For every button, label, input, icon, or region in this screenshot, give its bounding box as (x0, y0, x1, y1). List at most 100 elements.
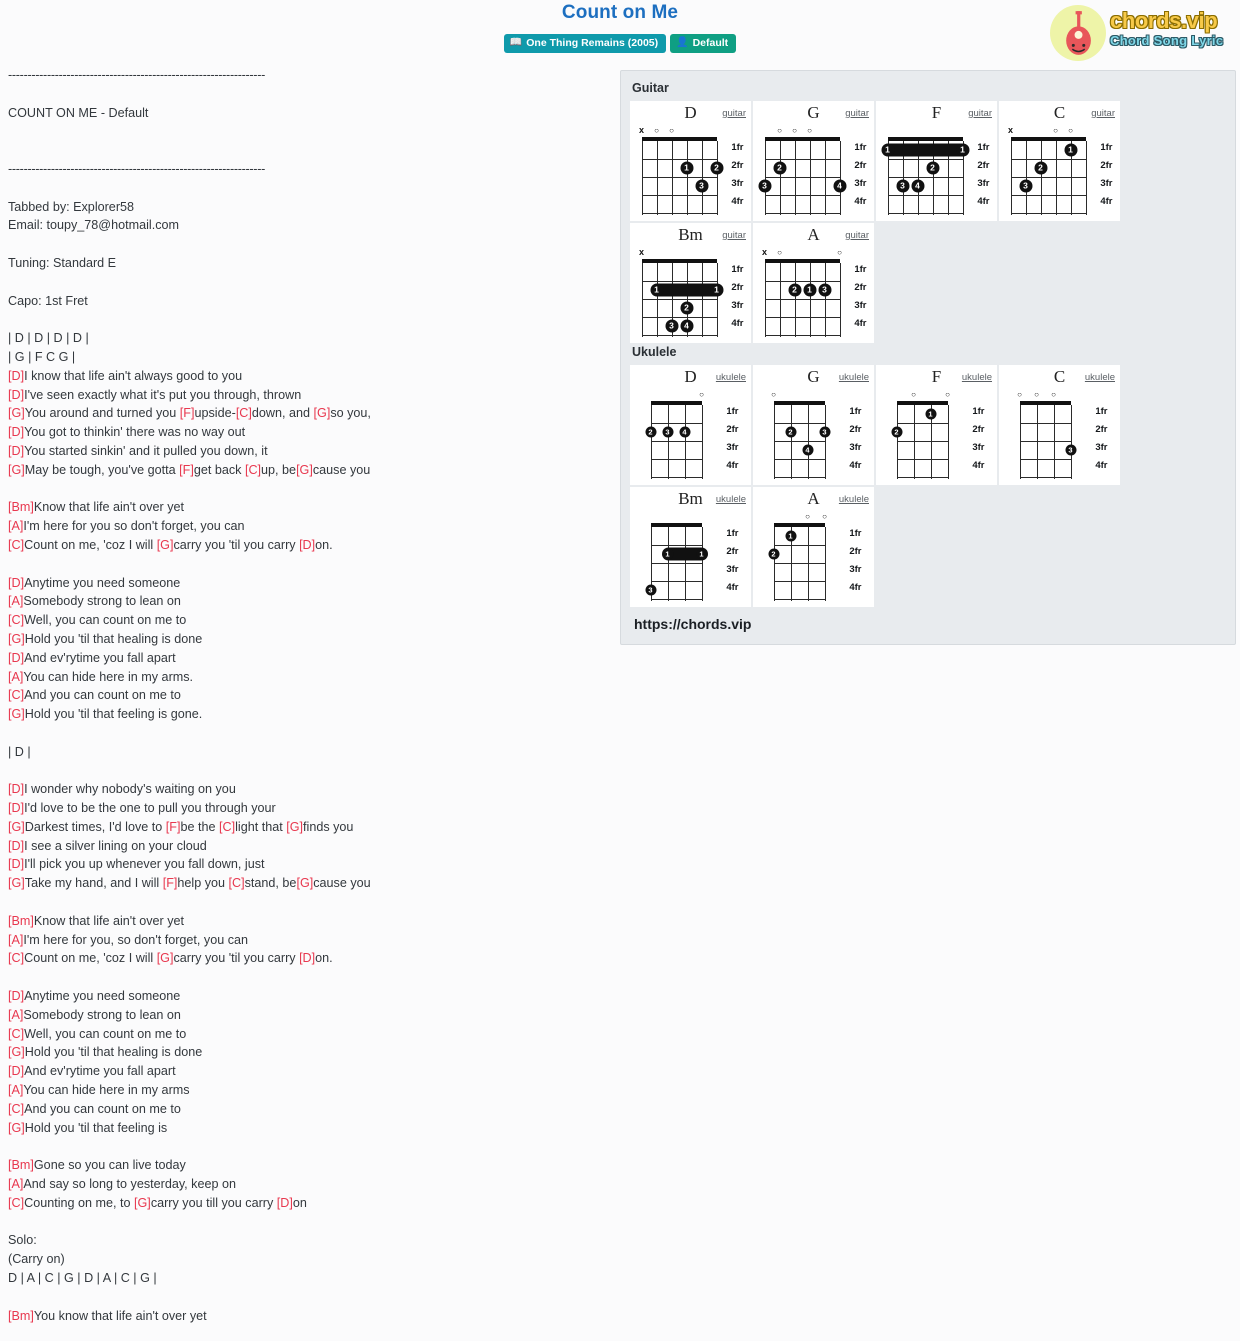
chord-marker[interactable]: [Bm] (8, 1309, 34, 1323)
site-logo[interactable]: chords.vip Chord Song Lyric (1046, 4, 1234, 62)
chord-marker[interactable]: [D] (8, 989, 24, 1003)
chord-marker[interactable]: [C] (236, 406, 252, 420)
chord-marker[interactable]: [C] (245, 463, 261, 477)
chord-marker[interactable]: [G] (8, 406, 25, 420)
chord-marker[interactable]: [G] (8, 1121, 25, 1135)
chord-card-g[interactable]: Gguitar ○ ○ ○ 2 3 4 1fr 2fr 3fr 4fr (753, 101, 874, 221)
chord-marker[interactable]: [G] (296, 463, 313, 477)
chord-card-d[interactable]: Dguitar x ○ ○ 1 2 3 1fr 2fr 3fr 4fr (630, 101, 751, 221)
chord-marker[interactable]: [G] (314, 406, 331, 420)
chord-marker[interactable]: [D] (299, 538, 315, 552)
chord-marker[interactable]: [C] (8, 613, 24, 627)
chord-marker[interactable]: [A] (8, 519, 23, 533)
chord-marker[interactable]: [D] (277, 1196, 293, 1210)
chord-marker[interactable]: [A] (8, 670, 23, 684)
chord-marker[interactable]: [G] (8, 632, 25, 646)
chord-marker[interactable]: [G] (8, 820, 25, 834)
chord-marker[interactable]: [D] (8, 651, 24, 665)
chord-marker[interactable]: [C] (8, 538, 24, 552)
chord-marker[interactable]: [G] (8, 463, 25, 477)
finger-dot: 1 (696, 548, 707, 560)
chord-card-d[interactable]: Dukulele ○ 2 3 4 1fr 2fr 3fr 4fr (630, 365, 751, 485)
instrument-label[interactable]: ukulele (1085, 372, 1115, 383)
chord-marker[interactable]: [D] (8, 576, 24, 590)
chord-marker[interactable]: [A] (8, 1083, 23, 1097)
chord-marker[interactable]: [D] (8, 425, 24, 439)
chord-marker[interactable]: [Bm] (8, 914, 34, 928)
chord-marker[interactable]: [D] (299, 951, 315, 965)
chord-card-f[interactable]: Fguitar 1 1 2 3 4 1fr 2fr 3fr 4fr (876, 101, 997, 221)
instrument-label[interactable]: ukulele (716, 372, 746, 383)
chord-marker[interactable]: [D] (8, 839, 24, 853)
chord-marker[interactable]: [A] (8, 1008, 23, 1022)
site-url[interactable]: https://chords.vip (634, 616, 1226, 632)
chord-card-g[interactable]: Gukulele ○ 2 3 4 1fr 2fr 3fr 4fr (753, 365, 874, 485)
open-string-icon: ○ (1034, 390, 1039, 399)
finger-dot: 1 (925, 408, 936, 420)
chord-card-bm[interactable]: Bm guitar x 1 1 2 3 4 1fr 2fr 3fr 4fr (630, 223, 751, 343)
chord-marker[interactable]: [G] (8, 1045, 25, 1059)
chord-marker[interactable]: [G] (8, 876, 25, 890)
fret-line (650, 441, 702, 443)
chord-card-bm[interactable]: Bm ukulele 1 1 3 1fr 2fr 3fr 4fr (630, 487, 751, 607)
lyric-text: You know that life ain't over yet (33, 1308, 207, 1323)
lyric-text: Hold you 'til that feeling is gone. (24, 707, 203, 722)
instrument-label[interactable]: guitar (845, 230, 869, 241)
chord-marker[interactable]: [G] (8, 707, 25, 721)
chord-marker[interactable]: [C] (8, 688, 24, 702)
fretbox: 12 (768, 523, 826, 601)
chord-card-c[interactable]: Cukulele ○ ○ ○ 3 1fr 2fr 3fr 4fr (999, 365, 1120, 485)
chord-marker[interactable]: [C] (8, 951, 24, 965)
instrument-label[interactable]: guitar (845, 108, 869, 119)
chord-card-a[interactable]: Aukulele ○ ○ 1 2 1fr 2fr 3fr 4fr (753, 487, 874, 607)
chord-marker[interactable]: [D] (8, 1064, 24, 1078)
chord-marker[interactable]: [Bm] (8, 500, 34, 514)
chord-marker[interactable]: [Bm] (8, 1158, 34, 1172)
muted-string-icon: x (638, 247, 645, 257)
chord-card-a[interactable]: Aguitar x ○ ○ 2 1 3 1fr 2fr 3fr 4fr (753, 223, 874, 343)
chord-marker[interactable]: [G] (286, 820, 303, 834)
guitar-icon (1066, 11, 1091, 55)
muted-string-icon: x (1007, 125, 1014, 135)
finger-dot: 2 (768, 548, 779, 560)
instrument-label[interactable]: ukulele (839, 372, 869, 383)
lyric-line: (Carry on) (8, 1252, 65, 1267)
chord-marker[interactable]: [D] (8, 388, 24, 402)
chord-marker[interactable]: [G] (157, 538, 174, 552)
lyric-line: [G]May be tough, you've gotta [F]get bac… (8, 461, 608, 480)
fret-line (1010, 159, 1086, 161)
author-badge[interactable]: 👤 Default (670, 34, 737, 54)
instrument-label[interactable]: guitar (722, 230, 746, 241)
instrument-label[interactable]: ukulele (962, 372, 992, 383)
instrument-label[interactable]: guitar (1091, 108, 1115, 119)
chord-marker[interactable]: [C] (229, 876, 245, 890)
chord-marker[interactable]: [C] (219, 820, 235, 834)
fret-line (1019, 441, 1071, 443)
instrument-label[interactable]: ukulele (839, 494, 869, 505)
lyric-text: carry you till you carry (150, 1195, 277, 1210)
chord-marker[interactable]: [D] (8, 782, 24, 796)
chord-marker[interactable]: [G] (296, 876, 313, 890)
chord-card-f[interactable]: Fukulele ○ ○ 1 2 1fr 2fr 3fr 4fr (876, 365, 997, 485)
chord-marker[interactable]: [D] (8, 801, 24, 815)
chord-marker[interactable]: [C] (8, 1196, 24, 1210)
instrument-label[interactable]: guitar (722, 108, 746, 119)
chord-marker[interactable]: [C] (8, 1102, 24, 1116)
chord-marker[interactable]: [G] (134, 1196, 151, 1210)
chord-marker[interactable]: [D] (8, 369, 24, 383)
instrument-label[interactable]: guitar (968, 108, 992, 119)
chord-marker[interactable]: [C] (8, 1027, 24, 1041)
chord-marker[interactable]: [F] (163, 876, 178, 890)
chord-marker[interactable]: [D] (8, 857, 24, 871)
chord-marker[interactable]: [D] (8, 444, 24, 458)
album-badge[interactable]: 📖 One Thing Remains (2005) (503, 34, 667, 54)
instrument-label[interactable]: ukulele (716, 494, 746, 505)
chord-marker[interactable]: [F] (166, 820, 181, 834)
chord-card-c[interactable]: Cguitar x ○ ○ 1 2 3 1fr 2fr 3fr 4fr (999, 101, 1120, 221)
chord-marker[interactable]: [F] (179, 463, 194, 477)
chord-marker[interactable]: [A] (8, 1177, 23, 1191)
chord-marker[interactable]: [G] (157, 951, 174, 965)
chord-marker[interactable]: [F] (180, 406, 195, 420)
chord-marker[interactable]: [A] (8, 594, 23, 608)
chord-marker[interactable]: [A] (8, 933, 23, 947)
